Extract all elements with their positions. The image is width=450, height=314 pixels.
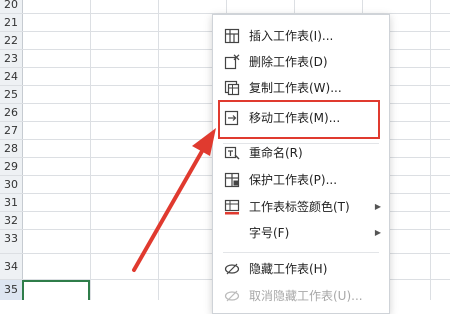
menu-item-label: 隐藏工作表(H) bbox=[249, 262, 328, 276]
row-number[interactable]: 31 bbox=[0, 194, 22, 212]
row-number[interactable]: 29 bbox=[0, 158, 22, 176]
menu-item-unhide-sheet: 取消隐藏工作表(U)... bbox=[213, 283, 389, 309]
row-number[interactable]: 30 bbox=[0, 176, 22, 194]
row-number[interactable]: 22 bbox=[0, 32, 22, 50]
row-number[interactable]: 25 bbox=[0, 86, 22, 104]
menu-item-label: 复制工作表(W)... bbox=[249, 81, 342, 95]
menu-item-label: 取消隐藏工作表(U)... bbox=[249, 289, 363, 303]
protect-sheet-icon bbox=[224, 172, 240, 188]
menu-item-insert-sheet[interactable]: 插入工作表(I)... bbox=[213, 23, 389, 49]
menu-item-label: 工作表标签颜色(T) bbox=[249, 200, 350, 214]
menu-item-tab-color[interactable]: 工作表标签颜色(T) ▶ bbox=[213, 194, 389, 220]
row-number[interactable]: 21 bbox=[0, 14, 22, 32]
row-number[interactable]: 23 bbox=[0, 50, 22, 68]
copy-sheet-icon bbox=[224, 80, 240, 96]
menu-item-label: 重命名(R) bbox=[249, 146, 303, 160]
menu-item-label: 保护工作表(P)... bbox=[249, 173, 338, 187]
unhide-eye-icon bbox=[224, 288, 240, 304]
delete-sheet-icon bbox=[224, 54, 240, 70]
row-number[interactable]: 28 bbox=[0, 140, 22, 158]
menu-item-label: 删除工作表(D) bbox=[249, 55, 328, 69]
menu-item-delete-sheet[interactable]: 删除工作表(D) bbox=[213, 49, 389, 75]
menu-item-label: 插入工作表(I)... bbox=[249, 29, 334, 43]
row-number[interactable]: 27 bbox=[0, 122, 22, 140]
submenu-arrow-icon: ▶ bbox=[374, 228, 381, 237]
row-number[interactable]: 34 bbox=[0, 258, 22, 276]
menu-item-copy-sheet[interactable]: 复制工作表(W)... bbox=[213, 75, 389, 101]
hide-eye-icon bbox=[224, 261, 240, 277]
tab-color-icon bbox=[224, 199, 240, 215]
highlight-box bbox=[218, 100, 380, 139]
menu-item-label: 字号(F) bbox=[249, 226, 290, 240]
menu-item-protect-sheet[interactable]: 保护工作表(P)... bbox=[213, 167, 389, 193]
grid-line bbox=[90, 0, 91, 300]
rename-icon bbox=[224, 145, 240, 161]
grid-line bbox=[430, 0, 431, 300]
row-number[interactable]: 33 bbox=[0, 230, 22, 248]
submenu-arrow-icon: ▶ bbox=[374, 202, 381, 211]
row-number[interactable]: 32 bbox=[0, 212, 22, 230]
row-number[interactable]: 26 bbox=[0, 104, 22, 122]
menu-item-font-size[interactable]: 字号(F) ▶ bbox=[213, 220, 389, 246]
menu-item-hide-sheet[interactable]: 隐藏工作表(H) bbox=[213, 256, 389, 282]
insert-sheet-icon bbox=[224, 28, 240, 44]
grid-line bbox=[158, 0, 159, 300]
menu-item-rename[interactable]: 重命名(R) bbox=[213, 140, 389, 166]
row-number[interactable]: 20 bbox=[0, 0, 22, 14]
menu-separator bbox=[223, 252, 379, 253]
active-cell[interactable] bbox=[22, 280, 90, 300]
row-number[interactable]: 24 bbox=[0, 68, 22, 86]
sheet-context-menu: 插入工作表(I)... 删除工作表(D) 复制工作表(W)... 移动工作表(M… bbox=[212, 14, 390, 314]
row-number[interactable]: 35 bbox=[0, 281, 22, 299]
